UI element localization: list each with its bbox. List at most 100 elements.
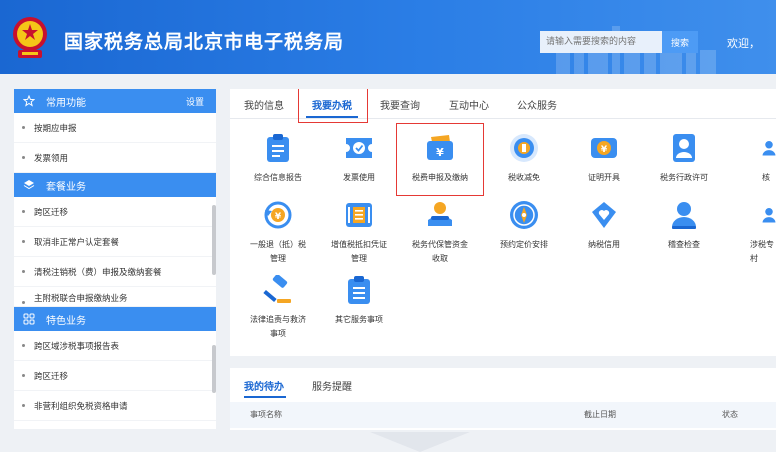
- service-tile[interactable]: 发票使用: [317, 133, 401, 185]
- sidebar-item-label: 跨区迁移: [34, 371, 69, 382]
- sidebar-item[interactable]: 发票领用: [14, 143, 216, 173]
- coin-bar-icon: [509, 133, 539, 163]
- service-tile[interactable]: 其它服务事项: [317, 275, 401, 327]
- site-title: 国家税务总局北京市电子税务局: [64, 31, 345, 53]
- bullet-icon: [22, 210, 25, 213]
- service-tile[interactable]: 纳税信用: [562, 200, 646, 252]
- service-tile[interactable]: 预约定价安排: [482, 200, 566, 252]
- layers-icon: [22, 178, 36, 192]
- compass-icon: [509, 200, 539, 230]
- tab-my-info[interactable]: 我的信息: [244, 97, 284, 112]
- tab-query[interactable]: 我要查询: [380, 97, 420, 112]
- sidebar-item-label: 按期应申报: [34, 123, 77, 134]
- service-label: 综合信息报告: [254, 173, 302, 182]
- invoice-stack-icon: [344, 200, 374, 230]
- todo-panel: 我的待办 服务提醒 事项名称 截止日期 状态: [230, 368, 776, 430]
- service-tile[interactable]: 税务行政许可: [642, 133, 726, 185]
- service-tile[interactable]: 稽查检查: [642, 200, 726, 252]
- service-tile[interactable]: 综合信息报告: [236, 133, 320, 185]
- service-label: 法律追责与救济 事项: [250, 315, 306, 338]
- bullet-icon: [22, 126, 25, 129]
- bullet-icon: [22, 344, 25, 347]
- sidebar-section-packages[interactable]: 套餐业务: [14, 173, 216, 197]
- person-icon: [762, 133, 776, 163]
- sidebar-item-label: 主附税联合申报缴纳业务: [34, 294, 128, 304]
- sidebar-section-title: 常用功能: [46, 97, 86, 109]
- tab-my-todo[interactable]: 我的待办: [244, 378, 284, 393]
- refund-yuan-icon: ¥: [263, 200, 293, 230]
- sidebar-section-title: 特色业务: [46, 315, 86, 327]
- service-label: 证明开具: [588, 173, 620, 182]
- sidebar: 常用功能 设置 按期应申报 发票领用 套餐业务 跨区迁移 取消非正常户认定套餐 …: [14, 89, 216, 429]
- sidebar-item[interactable]: 跨区迁移: [14, 361, 216, 391]
- service-label: 税收减免: [508, 173, 540, 182]
- bullet-icon: [22, 240, 25, 243]
- tax-bureau-emblem-icon: [13, 17, 47, 58]
- clipboard-list-icon: [344, 275, 374, 305]
- sidebar-item[interactable]: 主附税联合申报缴纳业务: [14, 287, 216, 307]
- sidebar-item-label: 跨区迁移: [34, 207, 69, 218]
- grid-icon: [22, 312, 36, 326]
- bullet-icon: [22, 156, 25, 159]
- sidebar-item[interactable]: 非营利组织免税资格申请: [14, 391, 216, 421]
- table-header: [230, 402, 776, 428]
- sidebar-item-label: 取消非正常户认定套餐: [34, 237, 120, 248]
- gavel-icon: [263, 275, 293, 305]
- highlight-box-tab: [298, 89, 368, 123]
- scrollbar-thumb[interactable]: [212, 345, 216, 393]
- service-label: 涉税专村: [750, 240, 774, 263]
- sidebar-item[interactable]: 按期应申报: [14, 113, 216, 143]
- service-tile[interactable]: 涉税专村: [716, 200, 776, 266]
- service-panel: 我的信息 我要办税 我要查询 互动中心 公众服务 综合信息报告 发票使用 ¥ 税…: [230, 89, 776, 356]
- service-tile[interactable]: 核: [716, 133, 776, 185]
- sidebar-item[interactable]: 清税注销税（费）申报及缴纳套餐: [14, 257, 216, 287]
- service-tile[interactable]: ¥ 证明开具: [562, 133, 646, 185]
- service-label: 税务代保管资金 收取: [412, 240, 468, 263]
- service-tile[interactable]: 税收减免: [482, 133, 566, 185]
- decorative-chevron: [370, 432, 470, 452]
- clipboard-icon: [263, 133, 293, 163]
- sidebar-section-featured[interactable]: 特色业务: [14, 307, 216, 331]
- service-label: 核: [762, 173, 770, 182]
- sidebar-item-label: 发票领用: [34, 153, 69, 164]
- sidebar-item[interactable]: 跨区域涉税事项报告表: [14, 331, 216, 361]
- hand-money-icon: [425, 200, 455, 230]
- bullet-icon: [22, 270, 25, 273]
- site-header: 国家税务总局北京市电子税务局 搜索 欢迎，: [0, 0, 776, 74]
- person-search-icon: [669, 200, 699, 230]
- service-tile[interactable]: 法律追责与救济 事项: [236, 275, 320, 341]
- service-label: 发票使用: [343, 173, 375, 182]
- service-label: 纳税信用: [588, 240, 620, 249]
- search-button[interactable]: 搜索: [662, 31, 698, 53]
- svg-text:¥: ¥: [275, 212, 282, 222]
- certificate-yuan-icon: ¥: [589, 133, 619, 163]
- person-icon: [762, 200, 776, 230]
- scrollbar-thumb[interactable]: [212, 205, 216, 275]
- tab-public-service[interactable]: 公众服务: [517, 97, 557, 112]
- sidebar-item-label: 清税注销税（费）申报及缴纳套餐: [34, 267, 162, 278]
- column-header-item-name: 事项名称: [250, 410, 282, 419]
- column-header-status: 状态: [722, 410, 738, 419]
- tab-service-reminder[interactable]: 服务提醒: [312, 378, 352, 393]
- shield-heart-icon: [589, 200, 619, 230]
- service-label: 稽查检查: [668, 240, 700, 249]
- search-input[interactable]: [540, 31, 662, 53]
- service-tile[interactable]: 增值税抵扣凭证 管理: [317, 200, 401, 266]
- sidebar-item[interactable]: 跨区迁移: [14, 197, 216, 227]
- service-tile[interactable]: ¥ 一般退（抵）税 管理: [236, 200, 320, 266]
- ticket-check-icon: [344, 133, 374, 163]
- sidebar-section-title: 套餐业务: [46, 181, 86, 193]
- sidebar-section-common[interactable]: 常用功能 设置: [14, 89, 216, 113]
- sidebar-item[interactable]: 取消非正常户认定套餐: [14, 227, 216, 257]
- tab-interaction[interactable]: 互动中心: [449, 97, 489, 112]
- sidebar-item-label: 跨区域涉税事项报告表: [34, 341, 120, 352]
- settings-link[interactable]: 设置: [186, 95, 204, 108]
- star-icon: [22, 94, 36, 108]
- service-label: 税务行政许可: [660, 173, 708, 182]
- service-label: 预约定价安排: [500, 240, 548, 249]
- service-tile[interactable]: 税务代保管资金 收取: [398, 200, 482, 266]
- welcome-text: 欢迎，: [727, 37, 760, 50]
- highlight-box-service: [396, 123, 484, 196]
- column-header-deadline: 截止日期: [584, 410, 616, 419]
- active-tab-indicator: [244, 396, 286, 398]
